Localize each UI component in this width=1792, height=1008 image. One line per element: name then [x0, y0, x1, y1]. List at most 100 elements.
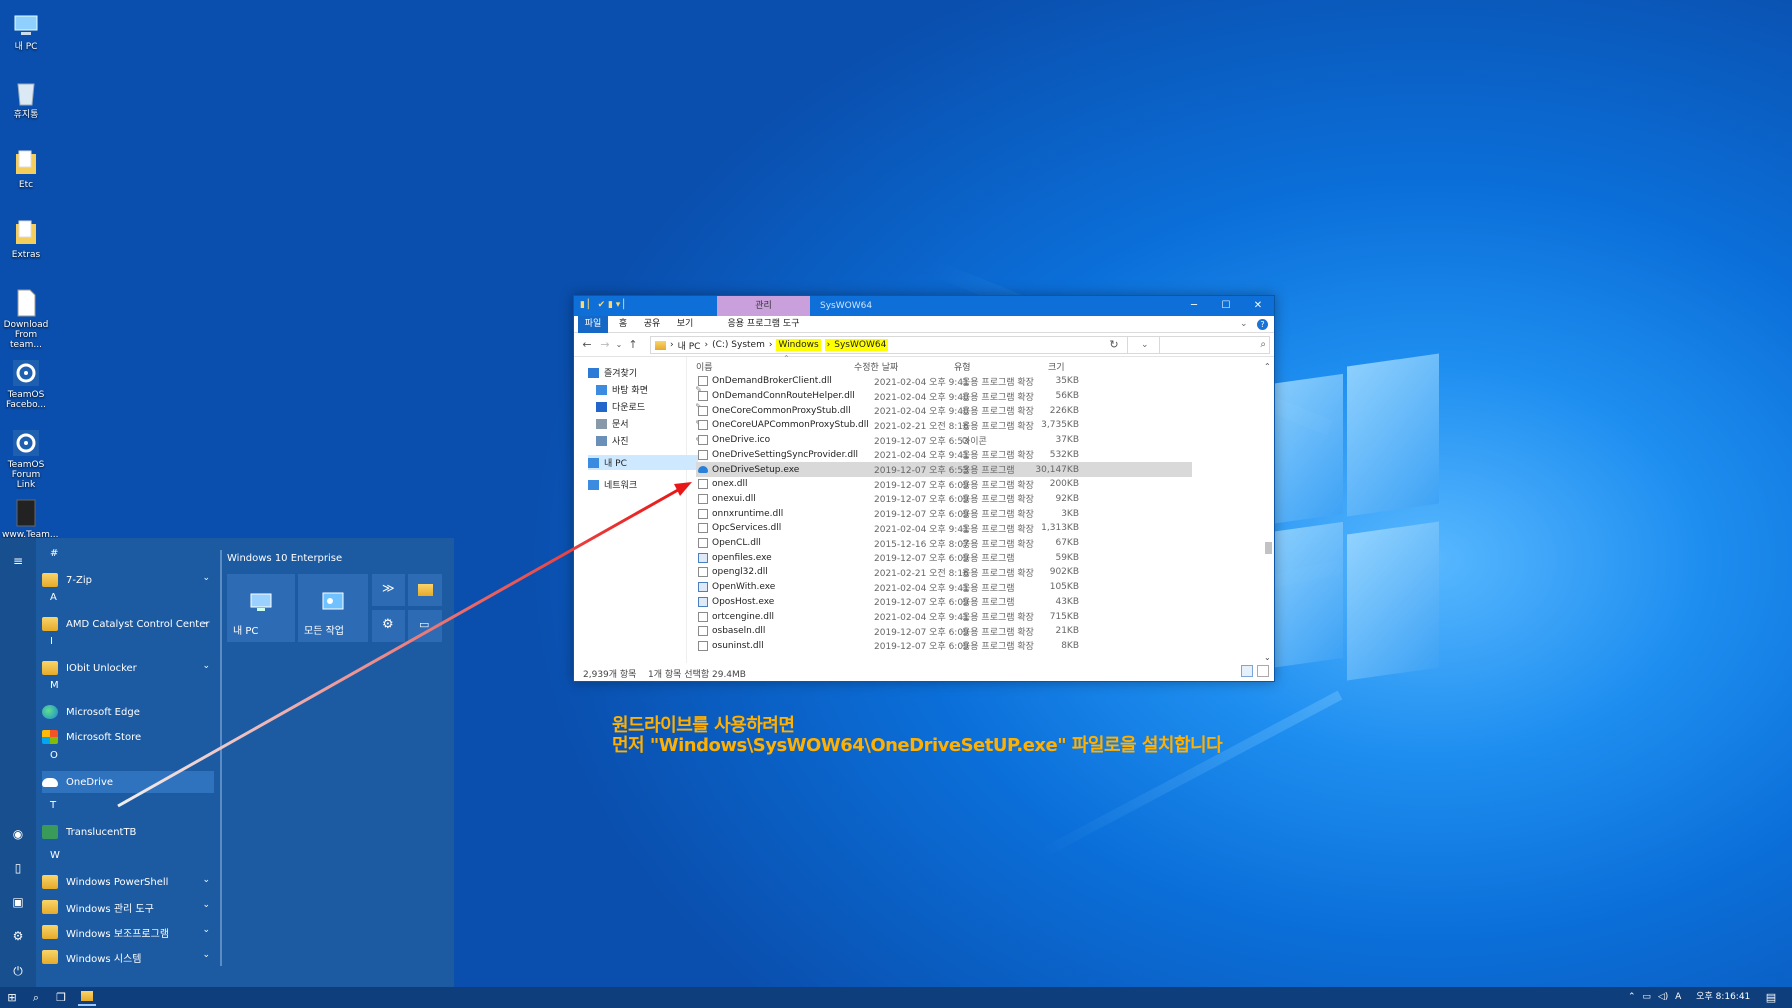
file-row[interactable]: OneDrive.ico 2019-12-07 오후 6:53 아이콘 37KB — [696, 433, 1192, 448]
start-app-item[interactable]: TranslucentTB — [42, 821, 214, 843]
file-row[interactable]: osbaseln.dll 2019-12-07 오후 6:09 응용 프로그램 확장… — [696, 624, 1192, 639]
column-name[interactable]: 이름 — [696, 360, 713, 373]
large-icons-view-icon[interactable] — [1257, 665, 1269, 677]
desktop-icon[interactable]: Etc — [2, 148, 50, 190]
tile-powershell[interactable]: ≫ — [372, 574, 405, 606]
settings-gear-icon[interactable]: ⚙ — [9, 927, 27, 945]
app-group-letter[interactable]: # — [50, 548, 58, 559]
file-row[interactable]: OpenWith.exe 2021-02-04 오후 9:41 응용 프로그램 105… — [696, 580, 1192, 595]
file-row[interactable]: osuninst.dll 2019-12-07 오후 6:09 응용 프로그램 확장… — [696, 639, 1192, 654]
volume-icon[interactable]: ◁) — [1658, 992, 1668, 1002]
context-tab-manage[interactable]: 관리 — [717, 296, 810, 316]
nav-item[interactable]: 다운로드✎ — [596, 399, 706, 414]
minimize-icon[interactable]: ─ — [1178, 296, 1210, 316]
app-group-letter[interactable]: I — [50, 636, 53, 647]
tile-settings[interactable]: ⚙ — [372, 610, 405, 642]
forward-arrow-icon[interactable]: → — [598, 338, 612, 352]
nav-item[interactable]: 네트워크 — [588, 477, 698, 492]
tab-share[interactable]: 공유 — [637, 316, 667, 333]
back-arrow-icon[interactable]: ← — [580, 338, 594, 352]
documents-icon[interactable]: ▯ — [9, 859, 27, 877]
start-app-item[interactable]: Windows 관리 도구 ⌄ — [42, 896, 214, 918]
tab-file[interactable]: 파일 — [578, 316, 608, 333]
details-view-icon[interactable] — [1241, 665, 1253, 677]
close-icon[interactable]: ✕ — [1242, 296, 1274, 316]
task-view-icon[interactable]: ❐ — [52, 989, 70, 1006]
search-icon[interactable]: ⌕ — [27, 989, 45, 1006]
start-app-item[interactable]: Windows 시스템 ⌄ — [42, 946, 214, 968]
desktop-icon[interactable]: 내 PC — [2, 10, 50, 52]
tab-view[interactable]: 보기 — [670, 316, 700, 333]
breadcrumb-my-pc[interactable]: 내 PC — [678, 339, 701, 352]
column-size[interactable]: 크기 — [1048, 360, 1065, 373]
address-bar[interactable]: › 내 PC › (C:) System › Windows › SysWOW6… — [650, 336, 1160, 354]
app-group-letter[interactable]: A — [50, 592, 57, 603]
start-windows-icon[interactable]: ⊞ — [3, 989, 21, 1006]
column-date-modified[interactable]: 수정한 날짜 — [854, 360, 898, 373]
nav-item[interactable]: 즐겨찾기 — [588, 365, 698, 380]
file-row[interactable]: OneCoreCommonProxyStub.dll 2021-02-04 오후 … — [696, 403, 1192, 418]
column-type[interactable]: 유형 — [954, 360, 971, 373]
start-app-item[interactable]: Windows 보조프로그램 ⌄ — [42, 921, 214, 943]
file-row[interactable]: OnDemandBrokerClient.dll 2021-02-04 오후 9:… — [696, 374, 1192, 389]
file-row[interactable]: onex.dll 2019-12-07 오후 6:09 응용 프로그램 확장 200K… — [696, 477, 1192, 492]
start-app-item[interactable]: IObit Unlocker ⌄ — [42, 657, 214, 679]
maximize-icon[interactable]: ☐ — [1210, 296, 1242, 316]
start-app-item[interactable]: Microsoft Edge — [42, 701, 214, 723]
desktop-icon[interactable]: TeamOS Forum Link — [2, 428, 50, 490]
up-arrow-icon[interactable]: ↑ — [626, 338, 640, 352]
quick-access-toolbar[interactable]: ▮ ▏ ✔ ▮ ▾ ▏ — [580, 300, 630, 310]
power-icon[interactable]: ⏻ — [9, 962, 27, 980]
file-row[interactable]: OneCoreUAPCommonProxyStub.dll 2021-02-21 … — [696, 418, 1192, 433]
title-bar[interactable]: ▮ ▏ ✔ ▮ ▾ ▏ 관리 SysWOW64 ─ ☐ ✕ — [574, 296, 1274, 316]
search-input[interactable]: ⌕ — [1127, 336, 1270, 354]
desktop-icon[interactable]: Download From team... — [2, 288, 50, 350]
ime-indicator[interactable]: A — [1675, 992, 1681, 1002]
tile-remote-desktop[interactable]: ▭ — [408, 610, 442, 642]
refresh-icon[interactable]: ↻ — [1107, 338, 1121, 352]
app-group-letter[interactable]: M — [50, 680, 59, 691]
ribbon-expand-icon[interactable]: ⌄ — [1240, 319, 1248, 329]
tray-overflow-icon[interactable]: ⌃ — [1628, 992, 1636, 1002]
breadcrumb-windows[interactable]: Windows — [776, 339, 821, 351]
clock[interactable]: 오후 8:16:41 — [1696, 992, 1750, 1002]
notification-center-icon[interactable]: ▤ — [1762, 989, 1780, 1006]
file-row[interactable]: OneDriveSetup.exe 2019-12-07 오후 6:53 응용 프로… — [696, 462, 1192, 477]
network-icon[interactable]: ▭ — [1642, 992, 1651, 1002]
desktop-icon[interactable]: 휴지통 — [2, 78, 50, 120]
pictures-icon[interactable]: ▣ — [9, 893, 27, 911]
file-row[interactable]: opengl32.dll 2021-02-21 오전 8:16 응용 프로그램 확장… — [696, 565, 1192, 580]
file-row[interactable]: onexui.dll 2019-12-07 오후 6:09 응용 프로그램 확장 92… — [696, 492, 1192, 507]
file-row[interactable]: OposHost.exe 2019-12-07 오후 6:09 응용 프로그램 43K… — [696, 595, 1192, 610]
file-row[interactable]: OpcServices.dll 2021-02-04 오후 9:41 응용 프로그램… — [696, 521, 1192, 536]
nav-item[interactable]: 문서✎ — [596, 416, 706, 431]
hamburger-menu-icon[interactable]: ≡ — [9, 552, 27, 570]
breadcrumb-c-drive[interactable]: (C:) System — [712, 340, 765, 350]
breadcrumb-syswow64[interactable]: SysWOW64 — [832, 339, 889, 351]
file-row[interactable]: openfiles.exe 2019-12-07 오후 6:09 응용 프로그램 59… — [696, 550, 1192, 565]
help-icon[interactable]: ? — [1257, 319, 1268, 330]
desktop-icon[interactable]: www.Team... — [2, 498, 59, 540]
tab-app-tools[interactable]: 응용 프로그램 도구 — [717, 316, 810, 333]
app-group-letter[interactable]: W — [50, 850, 60, 861]
tile-my-pc[interactable]: 내 PC — [227, 574, 295, 642]
file-row[interactable]: OnDemandConnRouteHelper.dll 2021-02-04 오후… — [696, 389, 1192, 404]
recent-dropdown-icon[interactable]: ⌄ — [612, 338, 626, 352]
file-row[interactable]: OneDriveSettingSyncProvider.dll 2021-02-0… — [696, 448, 1192, 463]
file-row[interactable]: onnxruntime.dll 2019-12-07 오후 6:09 응용 프로그램… — [696, 506, 1192, 521]
app-group-letter[interactable]: T — [50, 800, 56, 811]
nav-item[interactable]: 내 PC — [588, 455, 698, 470]
nav-item[interactable]: 바탕 화면 ✎ — [596, 382, 706, 397]
start-app-item[interactable]: 7-Zip ⌄ — [42, 569, 214, 591]
nav-item[interactable]: 사진✎ — [596, 433, 706, 448]
file-explorer-taskbar-icon[interactable] — [78, 989, 96, 1006]
tile-all-tasks[interactable]: 모든 작업 — [298, 574, 368, 642]
file-row[interactable]: ortcengine.dll 2021-02-04 오후 9:41 응용 프로그램 … — [696, 609, 1192, 624]
start-app-item[interactable]: Microsoft Store — [42, 726, 214, 748]
user-account-icon[interactable]: ◉ — [9, 825, 27, 843]
app-group-letter[interactable]: O — [50, 750, 58, 761]
desktop-icon[interactable]: TeamOS Facebo... — [2, 358, 50, 410]
desktop-icon[interactable]: Extras — [2, 218, 50, 260]
tab-home[interactable]: 홈 — [612, 316, 634, 333]
start-app-item[interactable]: Windows PowerShell ⌄ — [42, 871, 214, 893]
